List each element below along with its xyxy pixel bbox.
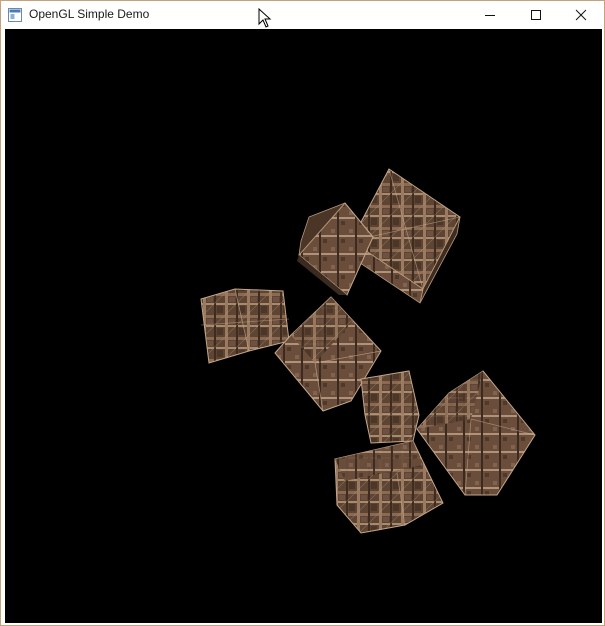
minimize-icon bbox=[485, 15, 495, 16]
minimize-button[interactable] bbox=[467, 1, 513, 29]
maximize-button[interactable] bbox=[513, 1, 559, 29]
crate-cube bbox=[297, 202, 374, 296]
app-window: OpenGL Simple Demo bbox=[0, 0, 605, 626]
mouse-cursor-icon bbox=[258, 8, 272, 28]
close-button[interactable] bbox=[558, 1, 604, 29]
crate-cube bbox=[334, 440, 444, 534]
crate-cube bbox=[416, 370, 536, 496]
crate-cube bbox=[360, 370, 420, 444]
title-bar[interactable]: OpenGL Simple Demo bbox=[1, 1, 604, 29]
window-title: OpenGL Simple Demo bbox=[29, 7, 150, 21]
maximize-icon bbox=[531, 10, 541, 20]
window-app-icon bbox=[8, 8, 22, 22]
cube-scene bbox=[200, 168, 536, 534]
opengl-viewport[interactable] bbox=[5, 29, 602, 623]
close-icon bbox=[575, 9, 587, 21]
